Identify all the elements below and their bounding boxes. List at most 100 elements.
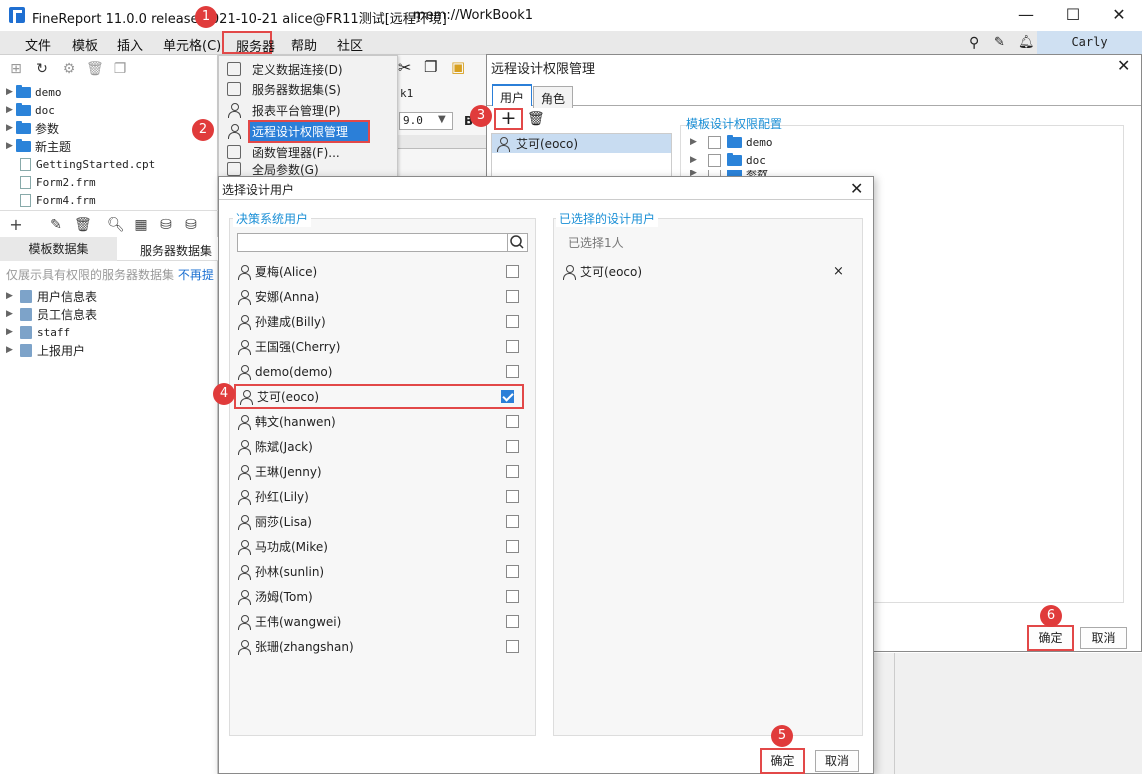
search-icon[interactable]: ⚲ xyxy=(969,35,979,51)
close-icon[interactable]: ✕ xyxy=(1117,56,1130,75)
tab-users[interactable]: 用户 xyxy=(492,84,533,106)
expand-icon[interactable]: ▶ xyxy=(6,105,16,115)
user-checkbox[interactable] xyxy=(506,415,519,428)
user-checkbox[interactable] xyxy=(506,615,519,628)
minimize-button[interactable]: — xyxy=(1014,4,1038,26)
menu-remote-permission[interactable]: 远程设计权限管理 xyxy=(219,119,397,143)
menu-cell[interactable]: 单元格(C) xyxy=(163,35,221,54)
delete-icon[interactable]: 🗑︎ xyxy=(86,61,104,77)
tree-item[interactable]: Form2.frm xyxy=(6,173,96,191)
user-row[interactable]: 孙红(Lily) xyxy=(237,484,527,509)
chevron-down-icon[interactable]: ▼ xyxy=(438,114,446,125)
tree-item[interactable]: ▶ doc xyxy=(6,101,55,119)
tree-item[interactable]: GettingStarted.cpt xyxy=(6,155,155,173)
user-checkbox[interactable] xyxy=(506,540,519,553)
user-checkbox[interactable] xyxy=(506,490,519,503)
tab-template-dataset[interactable]: 模板数据集 xyxy=(0,237,117,261)
dataset-icon[interactable]: ▦ xyxy=(133,217,149,233)
ok-button[interactable]: 确定 xyxy=(1027,625,1074,651)
tree-item[interactable]: ▶ 参数 xyxy=(6,119,59,137)
user-name[interactable]: Carly xyxy=(1037,31,1142,54)
database-icon[interactable]: ⛁ xyxy=(158,217,174,233)
dataset-item[interactable]: ▶ 员工信息表 xyxy=(6,305,97,323)
new-folder-icon[interactable]: ⊞ xyxy=(8,61,24,77)
editor-tab-label[interactable]: k1 xyxy=(400,87,413,100)
delete-icon[interactable]: 🗑︎ xyxy=(527,111,545,127)
user-checkbox[interactable] xyxy=(506,465,519,478)
user-row[interactable]: 王琳(Jenny) xyxy=(237,459,527,484)
user-checkbox[interactable] xyxy=(506,440,519,453)
user-row[interactable]: 夏梅(Alice) xyxy=(237,259,527,284)
menu-community[interactable]: 社区 xyxy=(337,35,363,54)
user-checkbox[interactable] xyxy=(506,315,519,328)
add-user-button[interactable]: + xyxy=(494,108,523,130)
user-row[interactable]: 韩文(hanwen) xyxy=(237,409,527,434)
database-settings-icon[interactable]: ⛁ xyxy=(183,217,199,233)
edit-icon[interactable]: ✎ xyxy=(994,35,1005,50)
user-checkbox[interactable] xyxy=(506,590,519,603)
preview-icon[interactable]: 🔍︎ xyxy=(107,217,125,233)
remove-icon[interactable]: × xyxy=(833,264,844,279)
checkbox[interactable] xyxy=(708,135,721,149)
close-icon[interactable]: ✕ xyxy=(850,179,863,198)
user-checkbox[interactable] xyxy=(501,390,514,403)
user-row[interactable]: 安娜(Anna) xyxy=(237,284,527,309)
menu-file[interactable]: 文件 xyxy=(25,35,51,54)
dataset-item[interactable]: ▶ 上报用户 xyxy=(6,341,85,359)
config-tree-item[interactable]: ▶ demo xyxy=(690,134,773,150)
cut-icon[interactable]: ✂ xyxy=(398,58,411,77)
maximize-button[interactable]: ☐ xyxy=(1061,4,1085,26)
user-row[interactable]: 陈斌(Jack) xyxy=(237,434,527,459)
cancel-button[interactable]: 取消 xyxy=(1080,627,1127,649)
search-icon[interactable] xyxy=(507,233,528,252)
close-button[interactable]: ✕ xyxy=(1107,4,1131,26)
cancel-button[interactable]: 取消 xyxy=(815,750,859,772)
user-checkbox[interactable] xyxy=(506,290,519,303)
user-checkbox[interactable] xyxy=(506,365,519,378)
menu-server[interactable]: 服务器 xyxy=(222,31,275,55)
user-checkbox[interactable] xyxy=(506,640,519,653)
user-checkbox[interactable] xyxy=(506,565,519,578)
user-row[interactable]: 孙建成(Billy) xyxy=(237,309,527,334)
dataset-item[interactable]: ▶ staff xyxy=(6,323,70,341)
refresh-icon[interactable]: ↻ xyxy=(34,61,50,77)
tree-item[interactable]: ▶ demo xyxy=(6,83,62,101)
tab-server-dataset[interactable]: 服务器数据集 xyxy=(140,242,212,259)
menu-server-dataset[interactable]: 服务器数据集(S) xyxy=(219,79,397,99)
menu-insert[interactable]: 插入 xyxy=(117,35,143,54)
hint-link[interactable]: 不再提 xyxy=(178,268,214,282)
copy-icon[interactable]: ❐ xyxy=(424,58,437,76)
user-row[interactable]: 马功成(Mike) xyxy=(237,534,527,559)
user-row[interactable]: 汤姆(Tom) xyxy=(237,584,527,609)
expand-icon[interactable]: ▶ xyxy=(6,123,16,133)
menu-define-connection[interactable]: 定义数据连接(D) xyxy=(219,59,397,79)
menu-function-manager[interactable]: 函数管理器(F)... xyxy=(219,142,397,162)
user-row[interactable]: 孙林(sunlin) xyxy=(237,559,527,584)
user-row[interactable]: 王伟(wangwei) xyxy=(237,609,527,634)
user-row[interactable]: demo(demo) xyxy=(237,359,527,384)
dataset-item[interactable]: ▶ 用户信息表 xyxy=(6,287,97,305)
search-input[interactable] xyxy=(237,233,508,252)
config-tree-item[interactable]: ▶ doc xyxy=(690,152,766,168)
ok-button[interactable]: 确定 xyxy=(760,748,805,774)
list-item[interactable]: 艾可(eoco) xyxy=(492,134,671,153)
checkbox[interactable] xyxy=(708,153,721,167)
expand-icon[interactable]: ▶ xyxy=(6,87,16,97)
tree-item[interactable]: ▶ 新主题 xyxy=(6,137,71,155)
tree-item[interactable]: Form4.frm xyxy=(6,191,96,209)
paste-icon[interactable]: ▣ xyxy=(451,58,465,76)
expand-icon[interactable]: ▶ xyxy=(6,141,16,151)
copy-icon[interactable]: ❐ xyxy=(112,61,128,77)
menu-template[interactable]: 模板 xyxy=(72,35,98,54)
bell-icon[interactable]: 🔔︎ xyxy=(1018,35,1035,50)
user-checkbox[interactable] xyxy=(506,340,519,353)
menu-platform-admin[interactable]: 报表平台管理(P) xyxy=(219,100,397,120)
user-row[interactable]: 丽莎(Lisa) xyxy=(237,509,527,534)
user-row[interactable]: 王国强(Cherry) xyxy=(237,334,527,359)
user-checkbox[interactable] xyxy=(506,265,519,278)
user-row[interactable]: 张珊(zhangshan) xyxy=(237,634,527,659)
settings-icon[interactable]: ⚙ xyxy=(61,61,77,77)
delete-icon[interactable]: 🗑︎ xyxy=(74,217,92,233)
tab-roles[interactable]: 角色 xyxy=(533,86,574,108)
user-checkbox[interactable] xyxy=(506,515,519,528)
